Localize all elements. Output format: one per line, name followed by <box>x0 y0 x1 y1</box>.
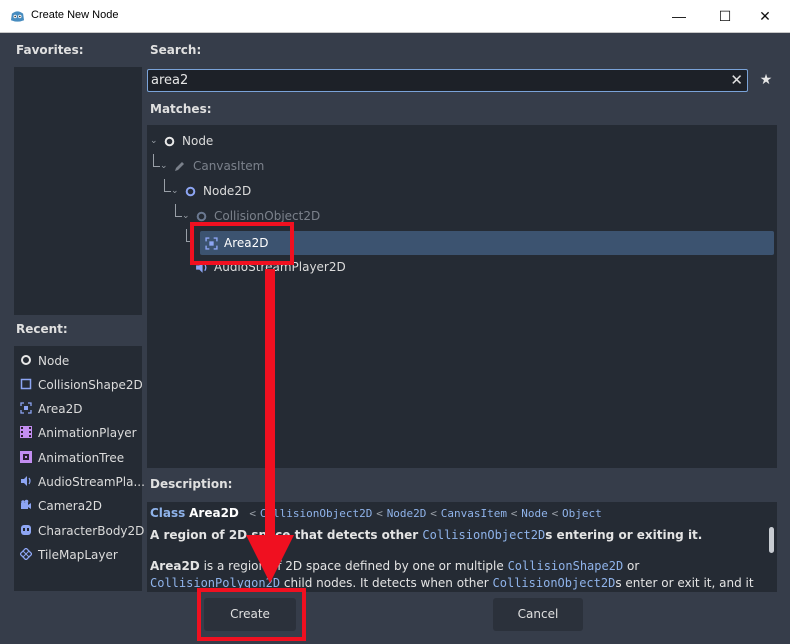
recent-item-label: AnimationTree <box>38 451 125 465</box>
inherit-link[interactable]: Node <box>521 507 548 520</box>
description-label: Description: <box>150 477 233 491</box>
recent-item-tilemaplayer[interactable]: TileMapLayer <box>20 543 118 567</box>
inherit-link[interactable]: Object <box>562 507 602 520</box>
chevron-down-icon: ⌄ <box>150 136 158 146</box>
close-icon: ✕ <box>759 7 771 24</box>
recent-item-label: CollisionShape2D <box>38 378 143 392</box>
favorites-label: Favorites: <box>16 43 84 57</box>
area2d-icon <box>20 402 32 414</box>
node-circle-icon <box>164 136 175 147</box>
summary-link[interactable]: CollisionObject2D <box>422 528 545 542</box>
animation-tree-icon <box>20 451 32 463</box>
recent-item-animationtree[interactable]: AnimationTree <box>20 446 124 470</box>
recent-item-label: AnimationPlayer <box>38 426 137 440</box>
search-label: Search: <box>150 43 202 57</box>
node2d-circle-icon <box>185 186 196 197</box>
summary-text: A region of 2D space that detects other … <box>150 528 702 542</box>
cancel-button[interactable]: Cancel <box>493 598 583 631</box>
recent-item-label: Area2D <box>38 402 83 416</box>
description-scrollbar[interactable] <box>769 527 774 553</box>
recent-item-label: AudioStreamPla... <box>38 475 145 489</box>
character-body-icon <box>21 525 31 535</box>
tree-connector <box>164 179 171 192</box>
arrow-shaft <box>265 269 275 540</box>
recent-item-camera2d[interactable]: Camera2D <box>20 494 102 518</box>
inherit-link[interactable]: Node2D <box>387 507 427 520</box>
inherit-link[interactable]: CanvasItem <box>441 507 507 520</box>
tree-connector <box>175 204 182 217</box>
arrow-down-icon <box>246 535 294 583</box>
star-icon: ★ <box>759 72 773 88</box>
body-part: child nodes. It detects when other <box>280 576 493 590</box>
body-part: Area2D <box>150 559 200 573</box>
collision-object-icon <box>196 211 207 222</box>
recent-item-label: CharacterBody2D <box>38 524 145 538</box>
class-name: Area2D <box>189 506 239 520</box>
chevron-down-icon: ⌄ <box>160 161 168 171</box>
body-part: or <box>623 559 640 573</box>
chevron-down-icon: ⌄ <box>171 186 179 196</box>
recent-label: Recent: <box>16 322 68 336</box>
highlight-box-area2d <box>190 222 294 265</box>
node-circle-icon <box>21 355 31 365</box>
window-title: Create New Node <box>31 9 119 21</box>
tree-connector <box>153 154 160 167</box>
recent-item-animationplayer[interactable]: AnimationPlayer <box>20 421 137 445</box>
summary-part: s entering or exiting it. <box>545 528 703 542</box>
description-panel: Class Area2D < CollisionObject2D < Node2… <box>147 502 777 592</box>
speaker-icon <box>21 476 31 486</box>
highlight-box-create <box>197 588 306 641</box>
class-prefix: Class <box>150 506 186 520</box>
minimize-icon: — <box>672 8 686 24</box>
tilemap-icon <box>20 548 32 560</box>
pencil-icon <box>175 162 184 171</box>
chevron-down-icon: ⌄ <box>182 211 190 221</box>
recent-item-label: Node <box>38 354 70 368</box>
body-text-line-1: Area2D is a region of 2D space defined b… <box>150 559 639 573</box>
maximize-icon: ☐ <box>718 7 732 24</box>
search-box: ✕ <box>147 69 748 92</box>
create-node-dialog: Create New Node — ☐ ✕ Favorites: Recent:… <box>0 0 790 644</box>
recent-item-audiostreamplayer[interactable]: AudioStreamPla... <box>20 470 145 494</box>
body-link[interactable]: CollisionShape2D <box>508 559 624 573</box>
favorite-star-button[interactable]: ★ <box>755 69 777 92</box>
inherit-separator: < <box>551 507 559 520</box>
inherit-separator: < <box>249 507 256 520</box>
inherit-separator: < <box>430 507 437 520</box>
inherit-separator: < <box>376 507 383 520</box>
recent-item-label: Camera2D <box>38 499 102 513</box>
inherit-separator: < <box>510 507 518 520</box>
recent-item-node[interactable]: Node <box>20 349 69 373</box>
recent-item-label: TileMapLayer <box>38 548 118 562</box>
tree-item-label: Node <box>182 134 214 148</box>
inherit-link[interactable]: CollisionObject2D <box>260 507 373 520</box>
tree-item-label: Node2D <box>203 184 252 198</box>
close-button[interactable]: ✕ <box>742 0 788 32</box>
matches-label: Matches: <box>150 102 212 116</box>
tree-item-label: CanvasItem <box>193 159 265 173</box>
favorites-list[interactable] <box>14 67 142 315</box>
minimize-button[interactable]: — <box>656 0 702 32</box>
body-part: s enter or exit it, and it <box>615 576 754 590</box>
godot-logo-icon <box>10 11 25 22</box>
class-inheritance-line: Class Area2D < CollisionObject2D < Node2… <box>150 506 602 520</box>
collision-shape-icon <box>20 378 32 390</box>
recent-item-characterbody2d[interactable]: CharacterBody2D <box>20 519 144 543</box>
title-bar: Create New Node — ☐ ✕ <box>0 0 790 33</box>
clear-search-icon[interactable]: ✕ <box>730 71 743 90</box>
body-link[interactable]: CollisionObject2D <box>493 576 616 590</box>
recent-item-area2d[interactable]: Area2D <box>20 397 83 421</box>
search-input[interactable] <box>151 72 721 89</box>
recent-item-collisionshape2d[interactable]: CollisionShape2D <box>20 373 143 397</box>
animation-player-icon <box>20 426 32 438</box>
camera-icon <box>21 499 31 509</box>
